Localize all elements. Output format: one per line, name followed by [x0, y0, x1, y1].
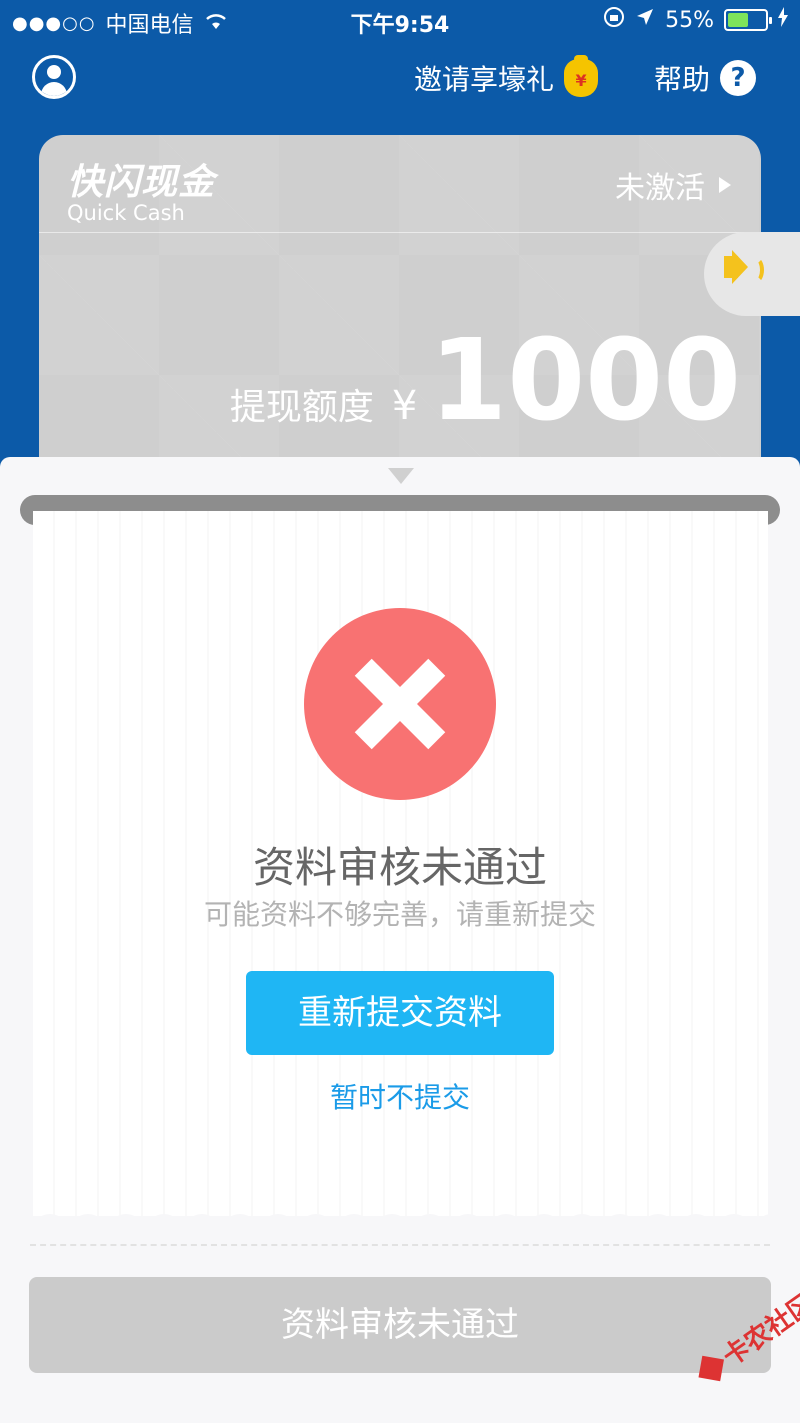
sheet-pointer-icon — [388, 468, 414, 484]
speaker-cone — [732, 250, 748, 284]
invite-label: 邀请享壕礼 — [414, 63, 555, 96]
result-subtitle: 可能资料不够完善，请重新提交 — [203, 898, 596, 931]
announcement-speaker-button[interactable] — [704, 232, 800, 316]
scallop — [297, 1214, 335, 1232]
scallop — [449, 1214, 487, 1232]
scallop — [525, 1214, 563, 1232]
scallop — [601, 1214, 639, 1232]
chevron-right-icon — [719, 177, 731, 193]
question-mark-icon: ? — [720, 60, 757, 96]
location-arrow-icon — [635, 7, 655, 33]
top-nav: 邀请享壕礼 ¥ 帮助 ? — [0, 50, 800, 110]
profile-avatar-icon[interactable] — [32, 55, 76, 99]
resubmit-button[interactable]: 重新提交资料 — [246, 971, 554, 1055]
activation-status-link[interactable]: 未激活 — [615, 163, 731, 207]
battery-percent: 55% — [665, 7, 714, 33]
scallop — [373, 1214, 411, 1232]
activation-status-label: 未激活 — [615, 171, 705, 206]
scallop — [487, 1214, 525, 1232]
avatar-head — [47, 65, 61, 79]
status-bar: ●●●○○ 中国电信 下午9:54 55% — [0, 0, 800, 40]
scallop — [753, 1214, 768, 1232]
watermark-logo-icon — [698, 1355, 724, 1381]
help-label: 帮助 — [654, 63, 711, 96]
brand-name-cn: 快闪现金 — [67, 162, 216, 203]
card-divider — [39, 232, 761, 233]
dashed-divider — [30, 1244, 770, 1246]
brand-logo: 快闪现金 Quick Cash — [67, 153, 215, 225]
withdraw-limit: 提现额度 ¥ 1000 — [230, 325, 741, 437]
scallop — [259, 1214, 297, 1232]
invite-reward-button[interactable]: 邀请享壕礼 ¥ — [414, 55, 599, 98]
currency-symbol: ¥ — [391, 383, 418, 429]
scallop — [715, 1214, 753, 1232]
review-status-button: 资料审核未通过 — [29, 1277, 771, 1373]
credit-card: 快闪现金 Quick Cash 未激活 提现额度 ¥ 1000 — [39, 135, 761, 475]
battery-icon — [724, 9, 772, 31]
scallop — [145, 1214, 183, 1232]
scallop — [677, 1214, 715, 1232]
withdraw-limit-amount: 1000 — [429, 316, 741, 446]
result-title: 资料审核未通过 — [252, 843, 547, 892]
battery-fill — [728, 13, 748, 27]
scallop — [107, 1214, 145, 1232]
error-x-icon — [304, 608, 496, 800]
receipt-torn-edge — [33, 1204, 768, 1232]
scallop — [639, 1214, 677, 1232]
sound-wave-icon — [748, 257, 764, 283]
rotation-lock-icon — [603, 6, 625, 34]
withdraw-limit-label: 提现额度 — [229, 387, 374, 428]
scallop — [411, 1214, 449, 1232]
avatar-body — [41, 82, 67, 96]
scallop — [335, 1214, 373, 1232]
scallop — [221, 1214, 259, 1232]
scallop — [183, 1214, 221, 1232]
scallop — [563, 1214, 601, 1232]
help-button[interactable]: 帮助 ? — [654, 58, 757, 98]
charging-bolt-icon — [778, 7, 788, 33]
scallop — [33, 1214, 69, 1232]
scallop — [69, 1214, 107, 1232]
skip-submit-link[interactable]: 暂时不提交 — [0, 1076, 800, 1116]
money-bag-icon: ¥ — [564, 55, 599, 97]
